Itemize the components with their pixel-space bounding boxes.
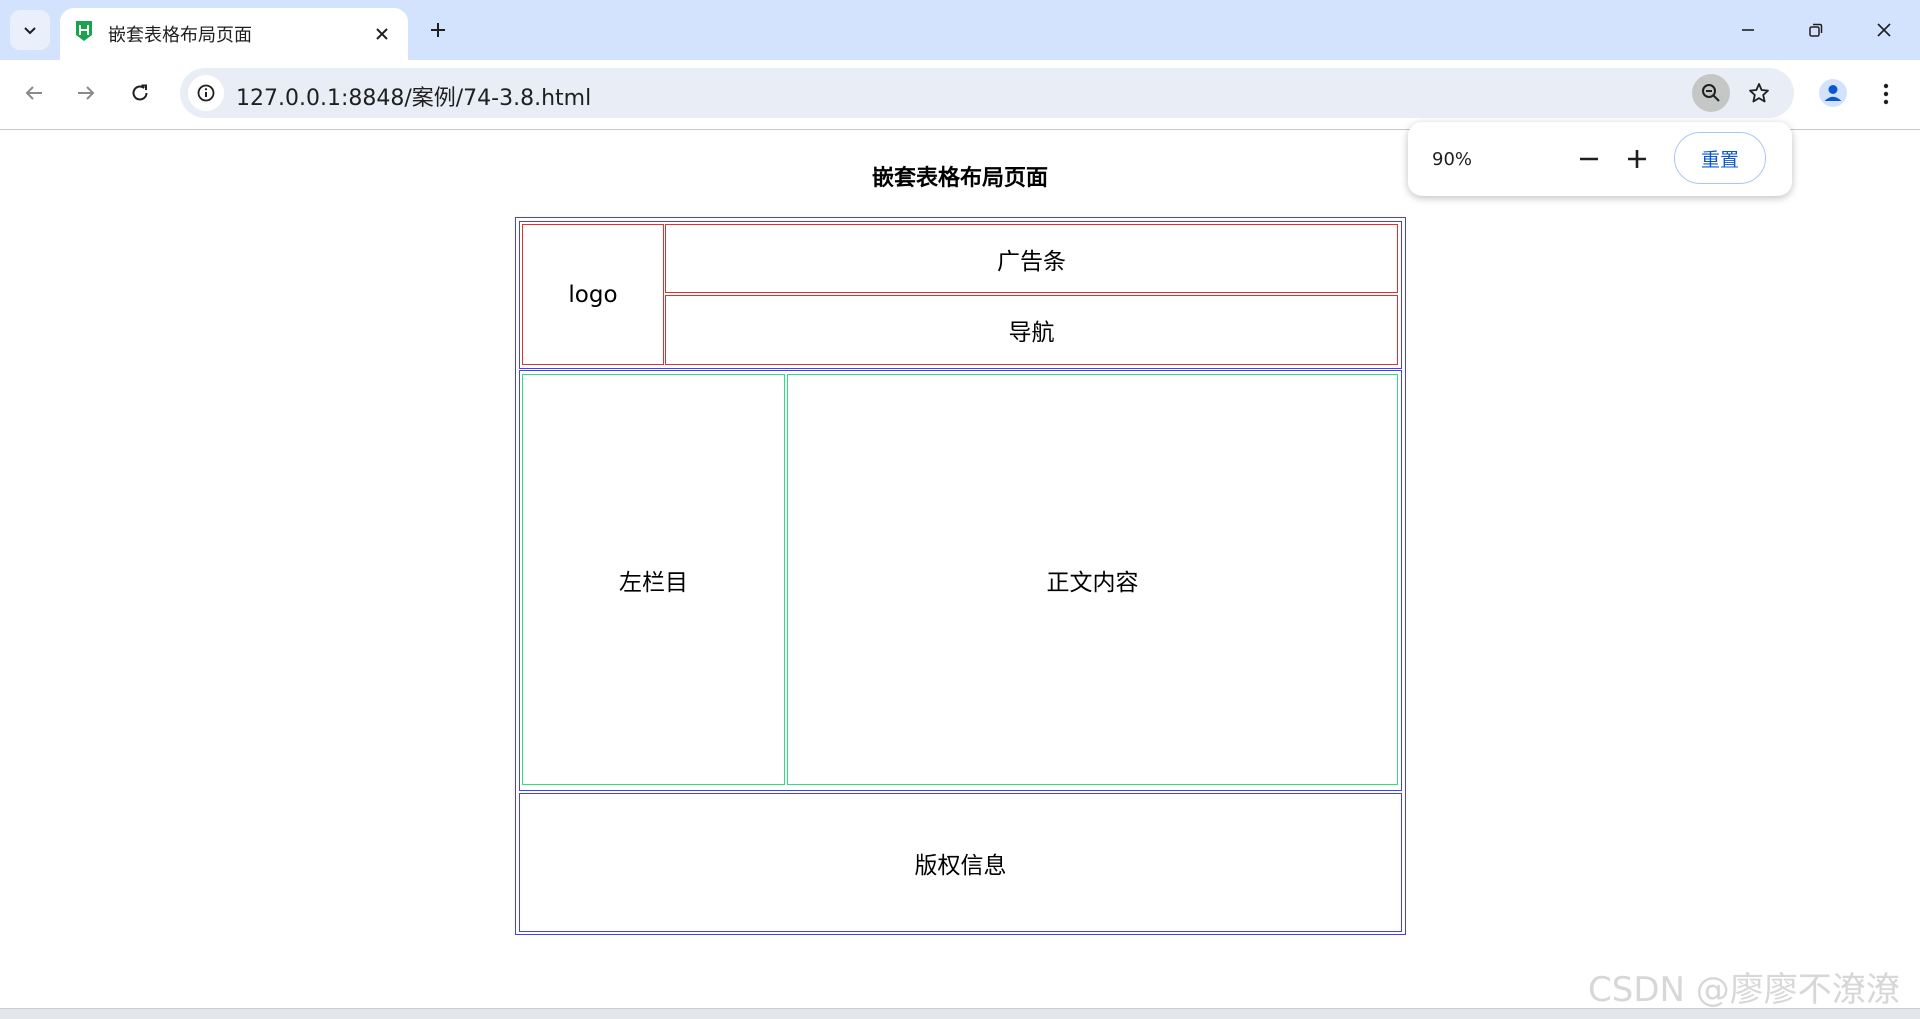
copyright-text: 版权信息 [914, 852, 1007, 879]
hbuilder-favicon-icon [76, 21, 92, 41]
browser-tab-active[interactable]: 嵌套表格布局页面 [60, 8, 408, 60]
main-content-cell: 正文内容 [787, 374, 1398, 785]
star-icon [1749, 83, 1769, 103]
plus-icon [1628, 150, 1646, 168]
arrow-right-icon [78, 86, 95, 100]
info-icon [197, 84, 215, 102]
zoom-popup: 90% 重置 [1408, 122, 1792, 196]
zoom-level-text: 90% [1432, 149, 1473, 170]
main-content-text: 正文内容 [1046, 569, 1139, 596]
close-icon [376, 28, 388, 40]
zoom-indicator-button[interactable] [1692, 74, 1730, 112]
minus-icon [1580, 157, 1598, 161]
nav-cell: 导航 [665, 295, 1398, 365]
banner-cell: 广告条 [665, 224, 1398, 293]
restore-icon [1809, 23, 1823, 37]
arrow-left-icon [25, 86, 42, 100]
tab-search-button[interactable] [10, 10, 50, 50]
back-button[interactable] [14, 73, 54, 113]
reload-icon [132, 84, 148, 101]
logo-text: logo [568, 281, 618, 308]
zoom-out-button[interactable] [1570, 140, 1608, 178]
avatar-icon [1819, 79, 1847, 107]
logo-cell: logo [522, 224, 664, 365]
close-window-button[interactable] [1860, 10, 1908, 50]
watermark: CSDN @廖廖不潦潦 [1588, 970, 1900, 1010]
restore-button[interactable] [1792, 10, 1840, 50]
nav-text: 导航 [1008, 320, 1055, 346]
bookmark-button[interactable] [1740, 74, 1778, 112]
forward-button[interactable] [66, 73, 106, 113]
zoom-reset-button[interactable]: 重置 [1674, 132, 1766, 184]
left-column-cell: 左栏目 [522, 374, 785, 785]
zoom-out-icon [1702, 84, 1720, 102]
reload-button[interactable] [120, 73, 160, 113]
plus-icon [431, 23, 445, 37]
zoom-in-button[interactable] [1618, 140, 1656, 178]
banner-text: 广告条 [997, 248, 1066, 275]
footer-cell: 版权信息 [519, 793, 1402, 932]
more-vertical-icon [1883, 83, 1889, 105]
tab-close-button[interactable] [368, 20, 396, 48]
profile-button[interactable] [1814, 74, 1852, 112]
tab-title: 嵌套表格布局页面 [108, 25, 252, 46]
tab-strip: 嵌套表格布局页面 [0, 0, 1920, 60]
close-icon [1877, 23, 1891, 37]
minimize-icon [1742, 29, 1754, 31]
browser-toolbar: 127.0.0.1:8848/案例/74-3.8.html [0, 60, 1920, 130]
browser-menu-button[interactable] [1866, 74, 1906, 114]
new-tab-button[interactable] [422, 14, 454, 46]
left-column-text: 左栏目 [619, 569, 688, 596]
address-bar[interactable]: 127.0.0.1:8848/案例/74-3.8.html [180, 68, 1794, 118]
site-info-button[interactable] [188, 75, 224, 111]
chevron-down-icon [24, 27, 36, 35]
url-text[interactable]: 127.0.0.1:8848/案例/74-3.8.html [236, 80, 591, 112]
taskbar-edge [0, 1008, 1920, 1019]
minimize-button[interactable] [1724, 10, 1772, 50]
